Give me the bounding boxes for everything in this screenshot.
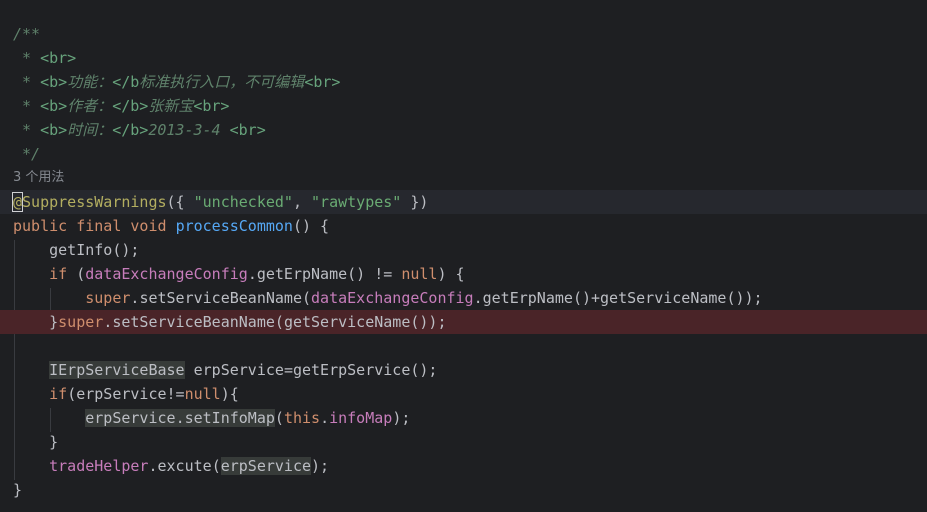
identifier: getServiceName — [600, 289, 727, 307]
html-tag: <br> — [193, 97, 230, 115]
field: dataExchangeConfig — [311, 289, 474, 307]
html-tag: <b> — [40, 97, 68, 115]
identifier: excute — [157, 457, 212, 475]
modifiers: public final void — [13, 217, 167, 235]
code-line[interactable]: if(erpService!=null){ — [0, 382, 927, 406]
html-tag: </b> — [112, 97, 149, 115]
identifier: getInfo — [49, 241, 113, 259]
code-line[interactable]: super.setServiceBeanName(dataExchangeCon… — [0, 286, 927, 310]
identifier: erpService — [193, 361, 284, 379]
identifier: erpService — [85, 409, 176, 427]
keyword: super — [85, 289, 131, 307]
doc-value-function: 标准执行入口，不可编辑 — [139, 73, 305, 91]
code-line[interactable]: */ — [0, 142, 927, 166]
keyword: null — [184, 385, 221, 403]
identifier: getErpName — [482, 289, 573, 307]
identifier: erpService — [220, 457, 312, 475]
html-tag: <br> — [229, 121, 266, 139]
method-name: processCommon — [175, 217, 293, 235]
code-editor[interactable]: /** * <br> * <b>功能：</b标准执行入口，不可编辑<br> * … — [0, 0, 927, 512]
string-literal: "rawtypes" — [311, 193, 402, 211]
html-tag: <br> — [304, 73, 341, 91]
html-tag: <b> — [40, 121, 68, 139]
field: infoMap — [329, 409, 393, 427]
code-line[interactable]: } — [0, 430, 927, 454]
doc-value-author: 张新宝 — [148, 97, 194, 115]
keyword: if — [49, 265, 68, 283]
code-line[interactable]: public final void processCommon() { — [0, 214, 927, 238]
html-tag: </b — [112, 73, 140, 91]
identifier: getErpService — [292, 361, 411, 379]
html-tag: <b> — [40, 73, 68, 91]
comment-open: /** — [13, 25, 41, 43]
comment-close: */ — [22, 145, 41, 163]
code-line[interactable]: * <b>功能：</b标准执行入口，不可编辑<br> — [0, 70, 927, 94]
identifier: erpService — [76, 385, 167, 403]
usages-hint[interactable]: 3 个用法 — [0, 166, 927, 190]
code-line[interactable]: tradeHelper.excute(erpService); — [0, 454, 927, 478]
code-line[interactable]: * <b>作者：</b>张新宝<br> — [0, 94, 927, 118]
identifier: getServiceName — [283, 313, 411, 331]
keyword: if — [49, 385, 68, 403]
doc-label-date: 时间： — [67, 121, 113, 139]
code-line-caret[interactable]: @SuppressWarnings({ "unchecked", "rawtyp… — [0, 190, 927, 214]
code-line-empty[interactable] — [0, 334, 927, 358]
keyword: null — [401, 265, 438, 283]
type-name: IErpServiceBase — [49, 361, 185, 379]
annotation-at: @ — [11, 192, 24, 212]
identifier: setServiceBeanName — [139, 289, 302, 307]
code-line[interactable]: getInfo(); — [0, 238, 927, 262]
string-literal: "unchecked" — [193, 193, 293, 211]
code-line[interactable]: * <b>时间：</b>2013-3-4 <br> — [0, 118, 927, 142]
keyword: this — [283, 409, 321, 427]
code-line[interactable]: /** — [0, 22, 927, 46]
identifier: setInfoMap — [184, 409, 275, 427]
doc-value-date: 2013-3-4 — [148, 121, 221, 139]
code-line-breakpoint[interactable]: }super.setServiceBeanName(getServiceName… — [0, 310, 927, 334]
annotation-name: SuppressWarnings — [22, 193, 167, 211]
field: dataExchangeConfig — [85, 265, 248, 283]
doc-label-author: 作者： — [67, 97, 113, 115]
identifier: getErpName — [256, 265, 348, 283]
code-line[interactable]: erpService.setInfoMap(this.infoMap); — [0, 406, 927, 430]
field: tradeHelper — [49, 457, 149, 475]
usages-hint-text: 3 个用法 — [13, 170, 65, 185]
keyword: super — [58, 313, 104, 331]
identifier: setServiceBeanName — [112, 313, 275, 331]
doc-label-function: 功能： — [67, 73, 113, 91]
code-line[interactable]: * <br> — [0, 46, 927, 70]
html-tag: </b> — [112, 121, 149, 139]
code-line[interactable]: IErpServiceBase erpService=getErpService… — [0, 358, 927, 382]
code-line[interactable]: if (dataExchangeConfig.getErpName() != n… — [0, 262, 927, 286]
html-tag: <br> — [40, 49, 77, 67]
code-line[interactable]: } — [0, 478, 927, 502]
